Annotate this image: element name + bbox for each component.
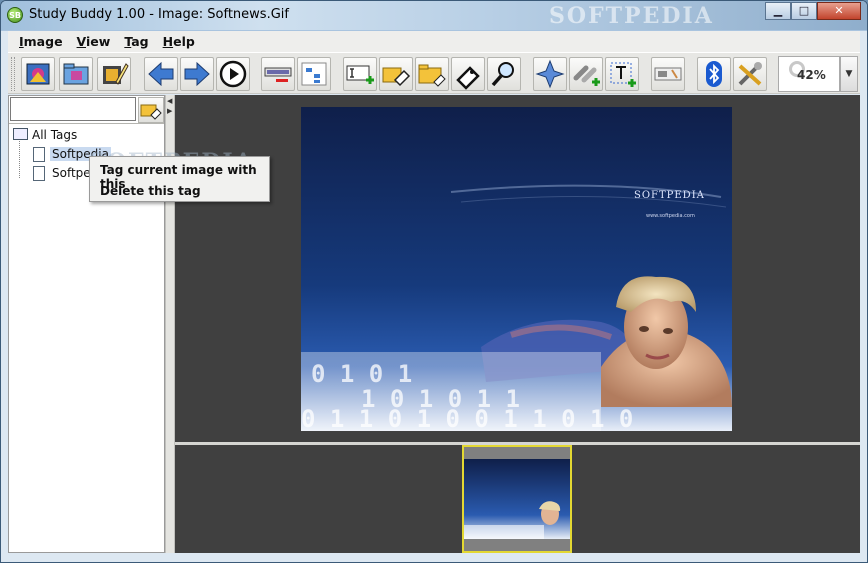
- open-folder-icon: [63, 63, 89, 85]
- add-text-icon: [346, 65, 374, 84]
- text-tool-button[interactable]: [605, 57, 639, 91]
- tag-image-icon: [382, 67, 411, 87]
- tag-hierarchy-button[interactable]: [297, 57, 331, 91]
- close-button[interactable]: ✕: [817, 2, 861, 20]
- menu-help[interactable]: Help: [156, 34, 202, 49]
- toolbar-grip[interactable]: [11, 57, 15, 91]
- main-image: SOFTPEDIA www.softpedia.com 0 1 0 1 1 0 …: [301, 107, 732, 431]
- settings-panel-icon: [654, 67, 682, 81]
- untag-icon: [456, 66, 480, 90]
- menu-help-label: elp: [173, 34, 195, 49]
- zoom-level: 42%: [797, 68, 826, 82]
- open-images-icon: [26, 63, 50, 85]
- menu-tag[interactable]: Tag: [117, 34, 155, 49]
- title-bar[interactable]: SB Study Buddy 1.00 - Image: Softnews.Gi…: [1, 1, 867, 30]
- tree-root[interactable]: All Tags: [11, 126, 164, 145]
- text-tool-icon: [610, 62, 636, 87]
- bluetooth-icon: [706, 61, 722, 87]
- app-window: SB Study Buddy 1.00 - Image: Softnews.Gi…: [0, 0, 868, 563]
- tag-search-input[interactable]: [10, 97, 136, 121]
- toolbar: 42% ▼: [8, 52, 860, 94]
- find-tag-button[interactable]: [487, 57, 521, 91]
- menu-view-mnemonic: V: [76, 34, 87, 49]
- image-url-text: www.softpedia.com: [646, 213, 695, 219]
- settings-panel-button[interactable]: [651, 57, 685, 91]
- svg-text:0 1 0 1: 0 1 0 1: [311, 360, 412, 388]
- zoom-display[interactable]: 42%: [778, 56, 840, 92]
- tools-icon: [738, 62, 762, 86]
- previous-image-button[interactable]: [144, 57, 178, 91]
- image-viewer[interactable]: SOFTPEDIA www.softpedia.com 0 1 0 1 1 0 …: [175, 95, 860, 442]
- softpedia-watermark: SOFTPEDIA: [549, 3, 714, 29]
- navigate-icon: [535, 59, 565, 89]
- edit-image-button[interactable]: [97, 57, 131, 91]
- tag-hierarchy-icon: [301, 62, 327, 86]
- navigate-button[interactable]: [533, 57, 567, 91]
- document-icon: [33, 147, 45, 162]
- image-brand-text: SOFTPEDIA: [634, 190, 705, 201]
- link-add-button[interactable]: [569, 57, 603, 91]
- folder-icon: [13, 128, 28, 140]
- tag-search-button[interactable]: [138, 97, 164, 123]
- maximize-button[interactable]: □: [791, 2, 817, 20]
- window-title: Study Buddy 1.00 - Image: Softnews.Gif: [29, 7, 289, 22]
- menu-view[interactable]: View: [70, 34, 118, 49]
- menu-tag-label: ag: [131, 34, 149, 49]
- app-logo-icon: SB: [7, 7, 23, 23]
- open-images-button[interactable]: [21, 57, 55, 91]
- slideshow-play-icon: [219, 60, 247, 88]
- svg-text:0 1 1 0 1 0 0 1 1 0 1 0: 0 1 1 0 1 0 0 1 1 0 1 0: [301, 405, 633, 431]
- untag-button[interactable]: [451, 57, 485, 91]
- zoom-dropdown-button[interactable]: ▼: [840, 56, 858, 92]
- collapse-right-icon[interactable]: ▶: [167, 107, 172, 115]
- find-tag-icon: [491, 62, 514, 87]
- menu-view-label: iew: [86, 34, 111, 49]
- menu-image[interactable]: Image: [12, 34, 70, 49]
- next-arrow-icon: [184, 61, 210, 87]
- bluetooth-button[interactable]: [697, 57, 731, 91]
- thumbnail-image: [464, 447, 570, 551]
- add-text-tag-button[interactable]: [343, 57, 377, 91]
- previous-arrow-icon: [148, 61, 174, 87]
- tag-image-button[interactable]: [379, 57, 413, 91]
- tools-button[interactable]: [733, 57, 767, 91]
- window-bottom-edge: [1, 553, 867, 562]
- next-image-button[interactable]: [180, 57, 214, 91]
- menu-image-label: mage: [23, 34, 63, 49]
- menu-help-mnemonic: H: [162, 34, 174, 49]
- open-folder-button[interactable]: [59, 57, 93, 91]
- tag-folder-icon: [418, 64, 446, 87]
- thumbnail-softnews[interactable]: [462, 445, 572, 553]
- pane-separator: [9, 123, 164, 124]
- softpedia-wallpaper: SOFTPEDIA www.softpedia.com 0 1 0 1 1 0 …: [301, 107, 732, 431]
- tag-folder-button[interactable]: [415, 57, 449, 91]
- minimize-button[interactable]: ▁: [765, 2, 791, 20]
- tag-folder-small-icon: [140, 104, 162, 120]
- remove-tag-button[interactable]: [261, 57, 295, 91]
- remove-tag-icon: [264, 67, 292, 82]
- link-add-icon: [573, 65, 600, 86]
- collapse-left-icon[interactable]: ◀: [167, 97, 172, 105]
- menu-bar: Image View Tag Help: [8, 31, 860, 52]
- delete-tag-item[interactable]: Delete this tag: [100, 184, 201, 198]
- document-icon: [33, 166, 45, 181]
- edit-image-icon: [103, 63, 129, 85]
- tag-context-menu: Tag current image with this Delete this …: [89, 156, 270, 202]
- slideshow-button[interactable]: [216, 57, 250, 91]
- chevron-down-icon: ▼: [845, 69, 853, 79]
- tree-root-label: All Tags: [32, 128, 78, 142]
- thumbnail-strip: [175, 445, 860, 553]
